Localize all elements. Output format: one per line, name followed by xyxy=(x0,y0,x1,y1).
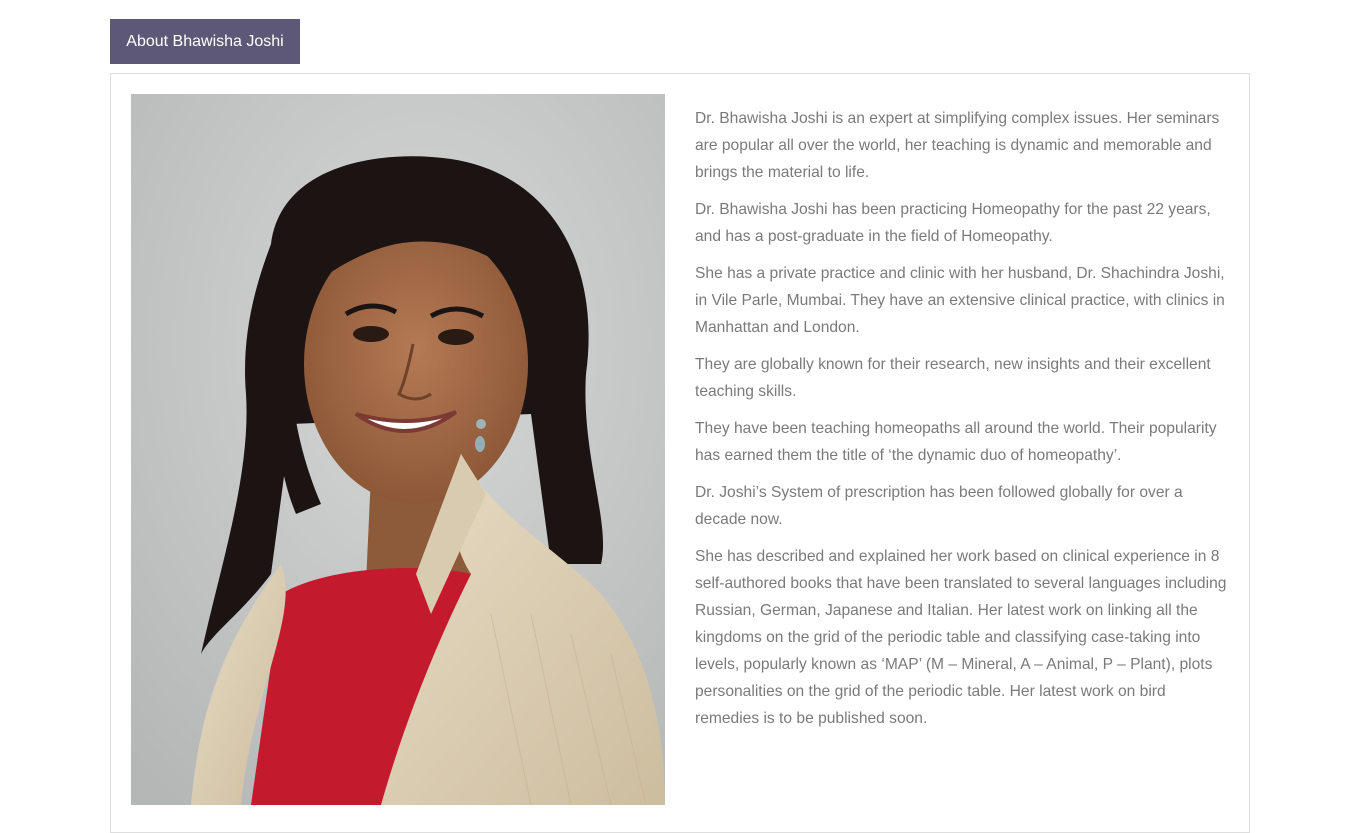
tab-about-bhawisha-joshi[interactable]: About Bhawisha Joshi xyxy=(110,19,300,64)
bio-paragraph-7: She has described and explained her work… xyxy=(695,548,1227,727)
about-panel: Dr. Bhawisha Joshi is an expert at simpl… xyxy=(110,73,1250,833)
bio-paragraph-5: They have been teaching homeopaths all a… xyxy=(695,420,1217,464)
bio-paragraph-1: Dr. Bhawisha Joshi is an expert at simpl… xyxy=(695,110,1220,181)
bio-paragraph-6: Dr. Joshi’s System of prescription has b… xyxy=(695,484,1183,528)
portrait-image xyxy=(131,94,665,805)
bio-text: Dr. Bhawisha Joshi is an expert at simpl… xyxy=(695,105,1231,742)
bio-paragraph-2: Dr. Bhawisha Joshi has been practicing H… xyxy=(695,201,1211,245)
bio-paragraph-3: She has a private practice and clinic wi… xyxy=(695,265,1225,336)
bio-paragraph-4: They are globally known for their resear… xyxy=(695,356,1211,400)
